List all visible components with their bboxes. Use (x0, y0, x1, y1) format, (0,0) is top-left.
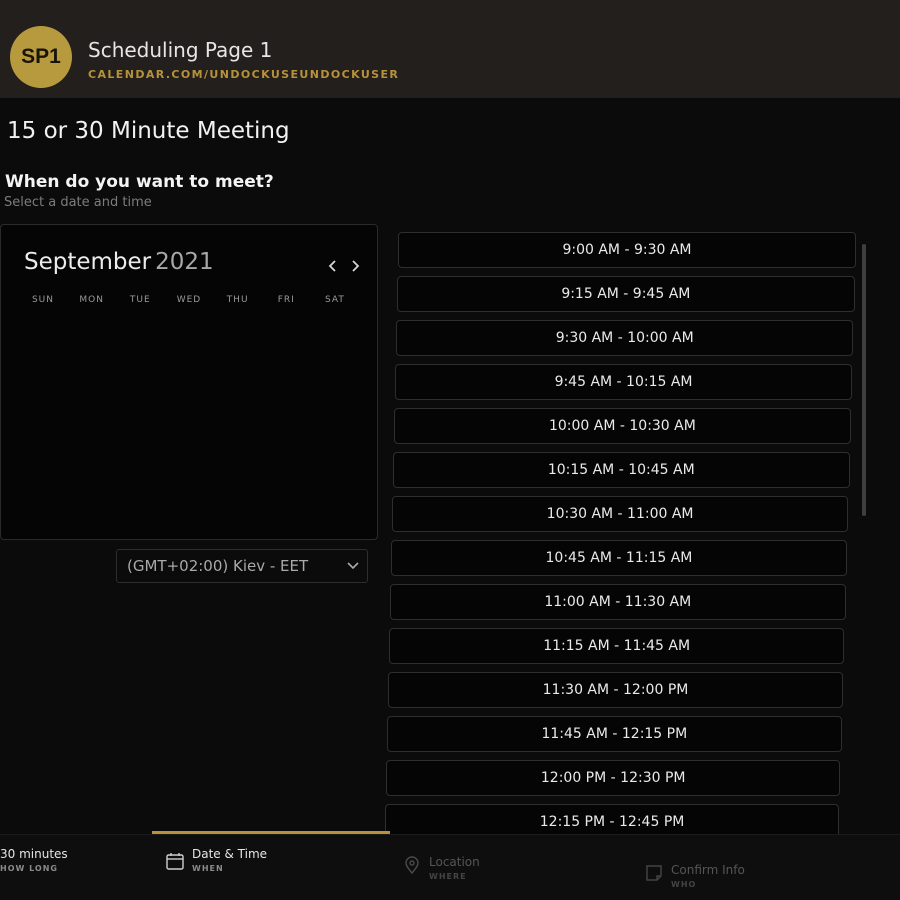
timezone-value: (GMT+02:00) Kiev - EET (127, 557, 309, 575)
time-slot-button[interactable]: 9:00 AM - 9:30 AM (398, 232, 856, 268)
timezone-select[interactable]: (GMT+02:00) Kiev - EET (116, 549, 368, 583)
step-location[interactable]: Location WHERE (429, 855, 480, 881)
step-title: 30 minutes (0, 847, 68, 861)
step-title: Date & Time (192, 847, 268, 861)
calendar-month-year: September 2021 (24, 249, 214, 275)
step-subtitle: HOW LONG (0, 864, 58, 873)
time-slot-list[interactable]: 9:00 AM - 9:30 AM 9:15 AM - 9:45 AM 9:30 A… (382, 232, 858, 852)
time-slot-button[interactable]: 11:15 AM - 11:45 AM (389, 628, 845, 664)
time-slot-button[interactable]: 11:45 AM - 12:15 PM (387, 716, 842, 752)
step-progress-bar (152, 831, 390, 834)
weekday-label: THU (226, 295, 249, 305)
weekday-label: FRI (277, 295, 295, 305)
step-title: Confirm Info (671, 863, 745, 877)
scheduling-page-title: Scheduling Page 1 (88, 38, 273, 62)
section-question: When do you want to meet? (5, 172, 274, 192)
chevron-left-icon (328, 260, 336, 272)
avatar[interactable]: SP1 (10, 26, 72, 88)
weekday-label: SAT (325, 295, 345, 305)
step-subtitle: WHERE (429, 872, 467, 881)
step-footer: 30 minutes HOW LONG Date & Time WHEN Loc… (0, 831, 900, 900)
note-icon (646, 865, 662, 881)
step-title: Location (429, 855, 480, 869)
weekday-label: TUE (129, 295, 151, 305)
time-slot-button[interactable]: 10:45 AM - 11:15 AM (391, 540, 847, 576)
chevron-right-icon (352, 260, 360, 272)
step-confirm-info[interactable]: Confirm Info WHO (671, 863, 745, 889)
calendar-month: September (24, 249, 152, 275)
time-slot-button[interactable]: 10:30 AM - 11:00 AM (392, 496, 849, 532)
step-how-long[interactable]: 30 minutes HOW LONG (0, 847, 68, 873)
time-slot-button[interactable]: 12:00 PM - 12:30 PM (386, 760, 841, 796)
time-slot-button[interactable]: 10:15 AM - 10:45 AM (393, 452, 850, 488)
time-slot-button[interactable]: 9:30 AM - 10:00 AM (396, 320, 854, 356)
page-title: 15 or 30 Minute Meeting (7, 118, 290, 144)
time-slot-button[interactable]: 10:00 AM - 10:30 AM (394, 408, 851, 444)
time-slot-button[interactable]: 11:00 AM - 11:30 AM (390, 584, 846, 620)
prev-month-button[interactable] (322, 255, 344, 277)
time-slot-button[interactable]: 11:30 AM - 12:00 PM (388, 672, 843, 708)
weekday-header: SUN MON TUE WED THU FRI SAT (19, 295, 359, 305)
slot-list-scrollbar[interactable] (862, 244, 866, 516)
calendar-panel: September 2021 SUN MON TUE WED THU FRI SA… (0, 224, 378, 540)
weekday-label: WED (176, 295, 202, 305)
weekday-label: SUN (31, 295, 55, 305)
location-pin-icon (405, 856, 419, 875)
header-bar: SP1 Scheduling Page 1 CALENDAR.COM/UNDOC… (0, 0, 900, 98)
next-month-button[interactable] (344, 255, 366, 277)
time-slot-button[interactable]: 9:45 AM - 10:15 AM (395, 364, 853, 400)
scheduling-page-url[interactable]: CALENDAR.COM/UNDOCKUSEUNDOCKUSER (88, 68, 399, 81)
chevron-down-icon (347, 562, 359, 570)
calendar-year: 2021 (155, 249, 214, 275)
time-slot-button[interactable]: 9:15 AM - 9:45 AM (397, 276, 855, 312)
step-subtitle: WHO (671, 880, 697, 889)
calendar-icon (166, 853, 184, 870)
step-subtitle: WHEN (192, 864, 224, 873)
section-subtitle: Select a date and time (4, 195, 152, 210)
step-date-time[interactable]: Date & Time WHEN (192, 847, 267, 873)
weekday-label: MON (79, 295, 104, 305)
